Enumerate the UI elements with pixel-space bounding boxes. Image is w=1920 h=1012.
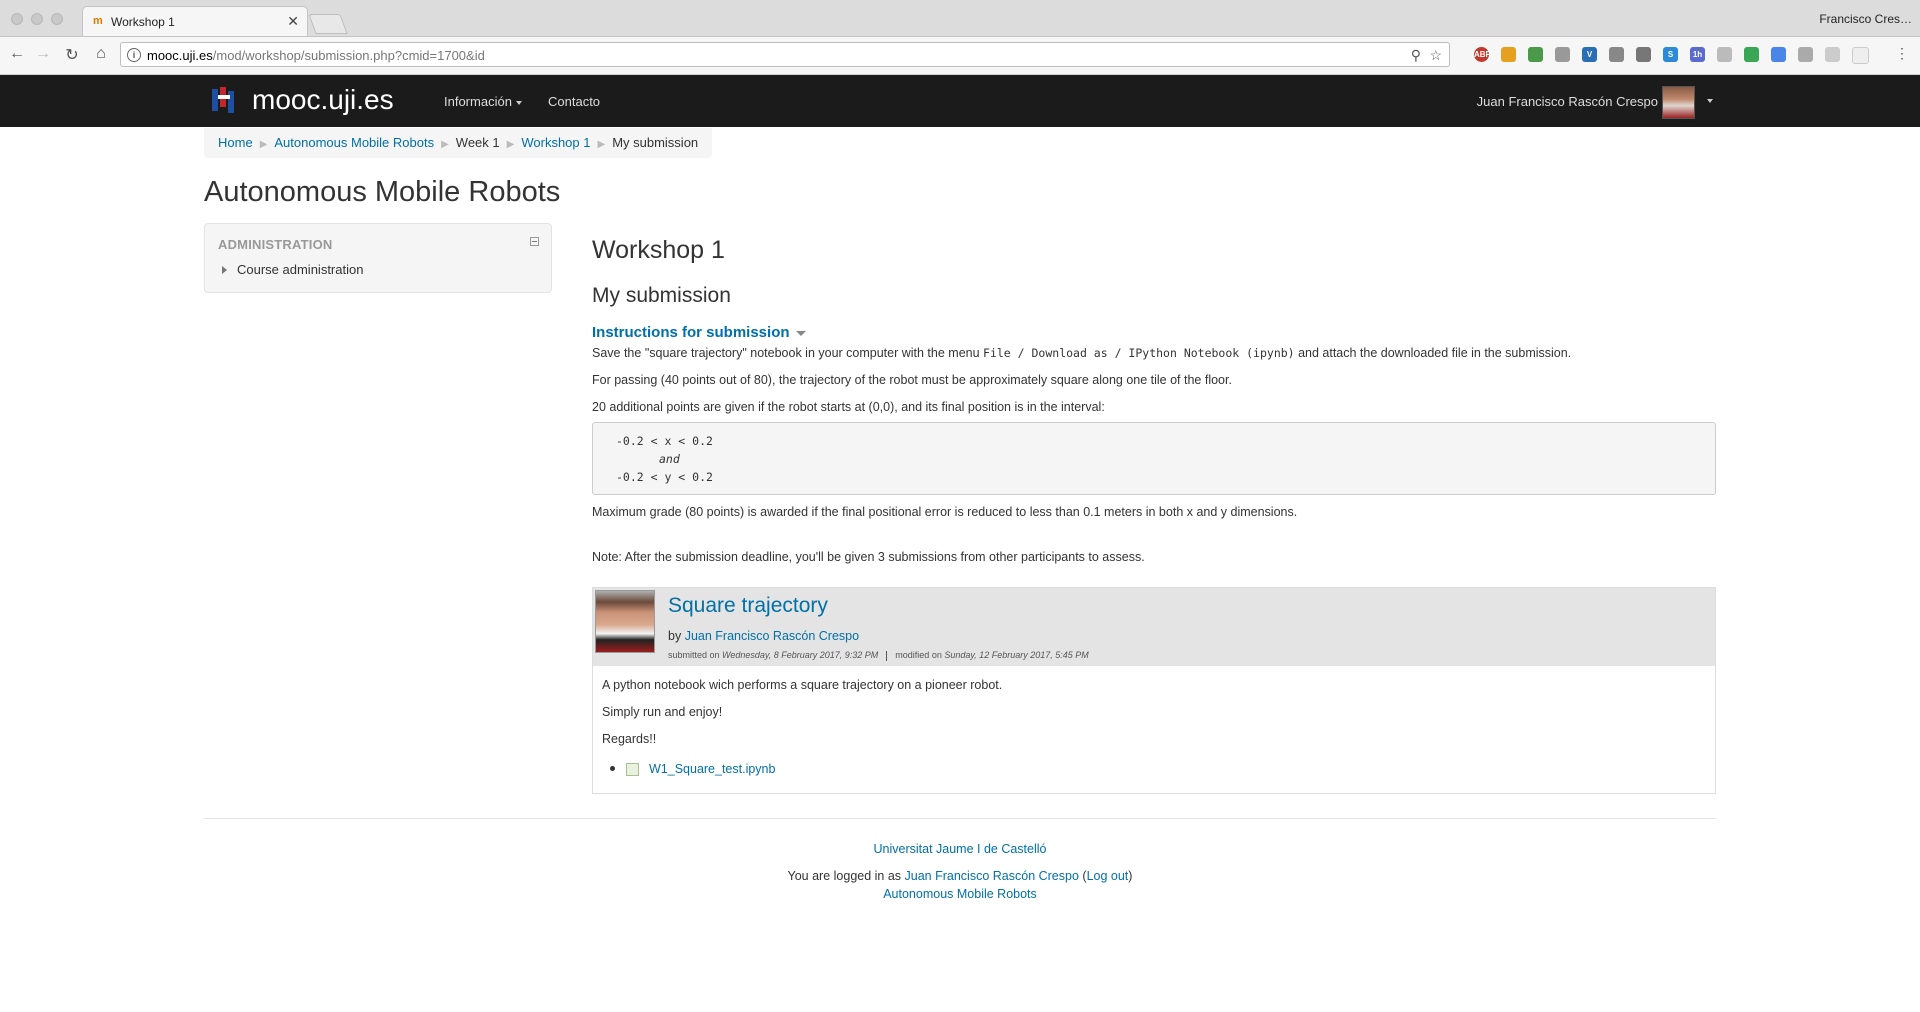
- breadcrumb-course[interactable]: Autonomous Mobile Robots: [274, 135, 434, 150]
- cloud-icon[interactable]: [1717, 47, 1732, 62]
- modified-date: Sunday, 12 February 2017, 5:45 PM: [944, 650, 1089, 660]
- breadcrumb-separator-icon: ▶: [441, 139, 449, 150]
- bookmark-star-icon[interactable]: ☆: [1429, 47, 1442, 64]
- browser-profile-name[interactable]: Francisco Cres…: [1819, 12, 1912, 26]
- translate-icon[interactable]: [1771, 47, 1786, 62]
- author-link[interactable]: Juan Francisco Rascón Crespo: [685, 629, 859, 643]
- submission-heading: My submission: [592, 284, 731, 307]
- drive-icon[interactable]: [1744, 47, 1759, 62]
- user-avatar[interactable]: [1662, 86, 1695, 119]
- interval-code-block: -0.2 < x < 0.2 and -0.2 < y < 0.2: [592, 422, 1716, 495]
- attachment-link[interactable]: W1_Square_test.ipynb: [649, 762, 775, 776]
- nav-informacion[interactable]: Información: [444, 94, 522, 109]
- moodle-favicon-icon: m: [93, 15, 103, 27]
- footer-course-link[interactable]: Autonomous Mobile Robots: [883, 887, 1037, 901]
- url-text[interactable]: mooc.uji.es/mod/workshop/submission.php?…: [147, 48, 485, 63]
- site-navbar: mooc.uji.es Información Contacto Juan Fr…: [0, 75, 1920, 127]
- block-title: ADMINISTRATION: [218, 237, 333, 252]
- s-icon[interactable]: S: [1663, 47, 1678, 62]
- reload-icon[interactable]: ↻: [62, 45, 82, 65]
- breadcrumb-current: My submission: [612, 135, 699, 150]
- breadcrumb-separator-icon: ▶: [259, 139, 268, 150]
- menu-path-code: File / Download as / IPython Notebook (i…: [983, 346, 1295, 360]
- footer-course: Autonomous Mobile Robots: [0, 887, 1920, 901]
- chevron-down-icon: [515, 100, 522, 105]
- code-line: and: [659, 452, 680, 466]
- browser-tab-bar: m Workshop 1 ✕ Francisco Cres…: [0, 0, 1920, 37]
- collapse-block-icon[interactable]: [530, 237, 539, 246]
- submission-title[interactable]: Square trajectory: [668, 594, 828, 618]
- instructions-toggle[interactable]: Instructions for submission: [592, 324, 806, 341]
- instructions-paragraph-4: Maximum grade (80 points) is awarded if …: [592, 505, 1298, 519]
- course-administration-item[interactable]: Course administration: [237, 262, 363, 277]
- instructions-note: Note: After the submission deadline, you…: [592, 550, 1145, 564]
- submission-author-line: by Juan Francisco Rascón Crespo: [668, 629, 860, 643]
- tab-title: Workshop 1: [111, 15, 175, 29]
- shield-icon[interactable]: [1636, 47, 1651, 62]
- submission-text: A python notebook wich performs a square…: [602, 678, 1003, 692]
- workshop-heading: Workshop 1: [592, 236, 725, 264]
- code-line: -0.2 < x < 0.2: [616, 434, 713, 448]
- browser-tab[interactable]: m Workshop 1 ✕: [82, 6, 308, 36]
- chevron-down-icon: [795, 330, 806, 336]
- screenshot-icon[interactable]: [1798, 47, 1813, 62]
- breadcrumb-week: Week 1: [455, 135, 500, 150]
- address-bar[interactable]: i mooc.uji.es/mod/workshop/submission.ph…: [120, 42, 1450, 67]
- submission-text: Simply run and enjoy!: [602, 705, 723, 719]
- instructions-paragraph-1: Save the "square trajectory" notebook in…: [592, 346, 1572, 360]
- site-brand[interactable]: mooc.uji.es: [252, 84, 394, 116]
- tab-close-icon[interactable]: ✕: [287, 13, 299, 30]
- new-tab-button[interactable]: [308, 14, 348, 34]
- instructions-paragraph-3: 20 additional points are given if the ro…: [592, 400, 1105, 414]
- logout-link[interactable]: Log out: [1087, 869, 1129, 883]
- footer-login-info: You are logged in as Juan Francisco Rasc…: [787, 869, 1133, 883]
- forward-arrow-icon[interactable]: →: [33, 45, 53, 63]
- abp-icon[interactable]: ABP: [1474, 47, 1491, 62]
- clipboard-icon[interactable]: [1609, 47, 1624, 62]
- submission-dates: submitted on Wednesday, 8 February 2017,…: [668, 650, 1089, 661]
- uji-logo-icon[interactable]: [210, 85, 238, 115]
- administration-block: ADMINISTRATION Course administration: [204, 223, 552, 293]
- window-zoom-button[interactable]: [51, 13, 63, 25]
- list-bullet: [610, 766, 615, 771]
- page-title: Autonomous Mobile Robots: [204, 176, 561, 208]
- submission-box: Square trajectory by Juan Francisco Rasc…: [592, 587, 1716, 794]
- v-icon[interactable]: V: [1582, 47, 1597, 62]
- puzzle-icon[interactable]: [1528, 47, 1543, 62]
- home-icon[interactable]: ⌂: [91, 45, 111, 63]
- university-link[interactable]: Universitat Jaume I de Castelló: [874, 842, 1047, 856]
- calendar-icon[interactable]: 1h: [1690, 47, 1705, 62]
- user-menu-name[interactable]: Juan Francisco Rascón Crespo: [1477, 94, 1658, 109]
- breadcrumb-workshop[interactable]: Workshop 1: [521, 135, 590, 150]
- rss-icon[interactable]: [1825, 47, 1840, 62]
- author-photo[interactable]: [595, 590, 655, 653]
- user-menu-chevron-icon[interactable]: [1707, 99, 1713, 103]
- footer-user-link[interactable]: Juan Francisco Rascón Crespo: [905, 869, 1079, 883]
- window-minimize-button[interactable]: [31, 13, 43, 25]
- back-arrow-icon[interactable]: ←: [7, 45, 27, 63]
- submission-text: Regards!!: [602, 732, 657, 746]
- key-icon[interactable]: [1501, 47, 1516, 62]
- file-icon: [626, 763, 639, 776]
- code-line: -0.2 < y < 0.2: [616, 470, 713, 484]
- menu-icon[interactable]: ⋮: [1892, 45, 1912, 62]
- window-close-button[interactable]: [11, 13, 23, 25]
- info-icon[interactable]: i: [127, 48, 141, 62]
- submission-header: Square trajectory by Juan Francisco Rasc…: [593, 588, 1715, 666]
- footer-university: Universitat Jaume I de Castelló: [0, 842, 1920, 856]
- footer-divider: [204, 818, 1716, 819]
- nav-contacto[interactable]: Contacto: [548, 94, 600, 109]
- breadcrumb: Home ▶ Autonomous Mobile Robots ▶ Week 1 ▶ Wor…: [204, 128, 713, 158]
- browser-toolbar: ← → ↻ ⌂ i mooc.uji.es/mod/workshop/submi…: [0, 37, 1920, 75]
- breadcrumb-separator-icon: ▶: [506, 139, 515, 150]
- blank-icon[interactable]: [1852, 47, 1869, 64]
- instructions-paragraph-2: For passing (40 points out of 80), the t…: [592, 373, 1232, 387]
- camera-icon[interactable]: [1555, 47, 1570, 62]
- zoom-magnifier-icon[interactable]: ⚲: [1411, 47, 1421, 64]
- breadcrumb-separator-icon: ▶: [597, 139, 606, 150]
- expand-arrow-icon[interactable]: [222, 266, 227, 274]
- breadcrumb-home[interactable]: Home: [218, 135, 253, 150]
- submitted-date: Wednesday, 8 February 2017, 9:32 PM: [722, 650, 879, 660]
